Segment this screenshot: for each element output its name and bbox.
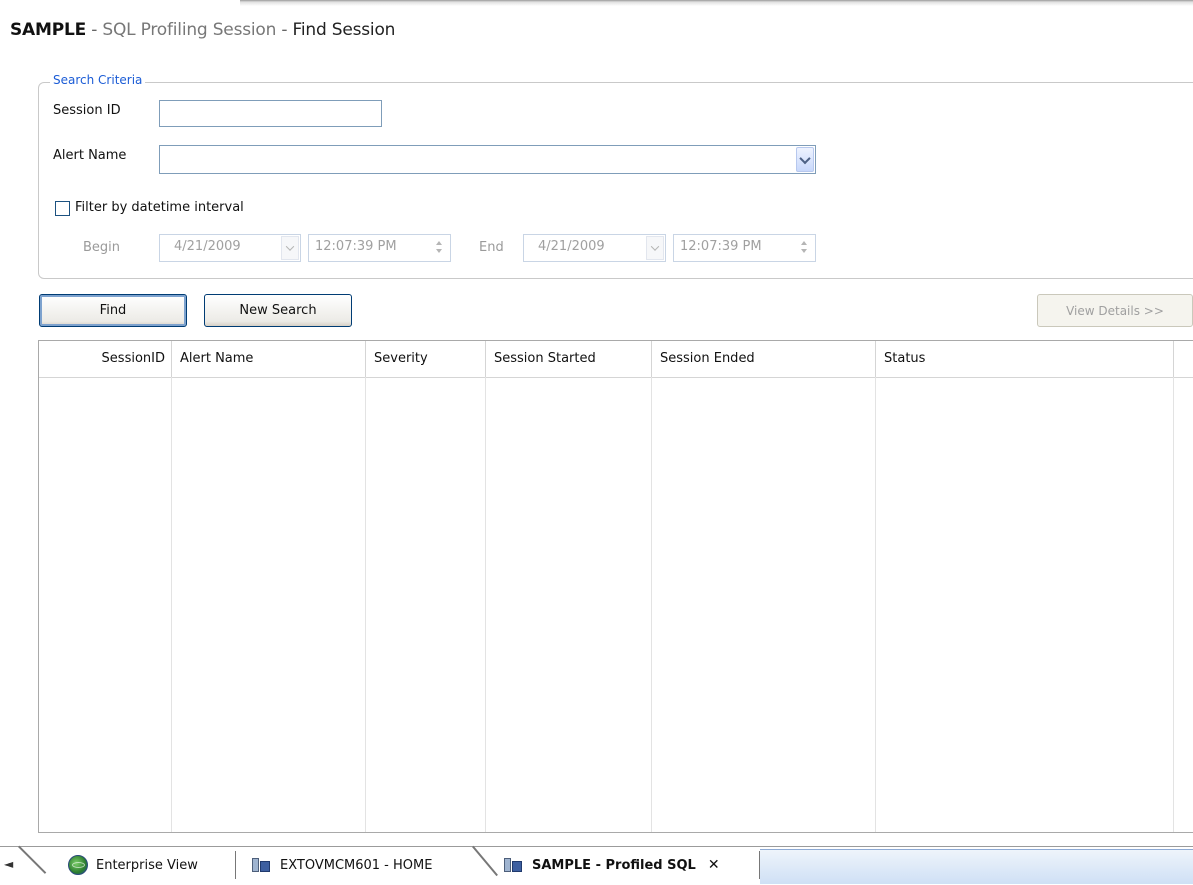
tab-label: Enterprise View — [96, 857, 198, 873]
column-header-sessionid[interactable]: SessionID — [39, 341, 172, 377]
grid-header: SessionID Alert Name Severity Session St… — [39, 341, 1193, 378]
tab-sample-profiled-sql[interactable]: SAMPLE - Profiled SQL ✕ — [500, 847, 758, 883]
column-header-alert-name[interactable]: Alert Name — [172, 341, 366, 377]
column-header-session-ended[interactable]: Session Ended — [652, 341, 876, 377]
alert-name-dropdown-button[interactable] — [796, 147, 814, 172]
sessions-grid[interactable]: SessionID Alert Name Severity Session St… — [38, 340, 1193, 833]
begin-date-value: 4/21/2009 — [174, 239, 241, 254]
end-date-value: 4/21/2009 — [538, 239, 605, 254]
column-divider — [485, 377, 486, 832]
tab-extovmcm601-home[interactable]: EXTOVMCM601 - HOME — [252, 847, 482, 883]
begin-time-value: 12:07:39 PM — [315, 239, 397, 254]
begin-date-dropdown-button[interactable] — [281, 236, 299, 260]
page-title: SAMPLE - SQL Profiling Session - Find Se… — [10, 20, 395, 40]
document-tab-strip: ◄ Enterprise View EXTOVMCM601 - HOME SAM… — [0, 845, 1193, 885]
end-date-picker[interactable]: 4/21/2009 — [523, 234, 666, 262]
tab-edge — [18, 845, 47, 874]
tab-separator — [235, 851, 236, 879]
tab-strip-background — [760, 849, 1193, 884]
server-icon — [504, 856, 522, 874]
title-separator: - — [86, 20, 103, 40]
begin-label: Begin — [83, 240, 121, 255]
alert-name-label: Alert Name — [53, 148, 127, 163]
chevron-down-icon — [650, 242, 660, 251]
find-button[interactable]: Find — [39, 294, 187, 327]
new-search-button[interactable]: New Search — [204, 294, 352, 327]
session-id-input[interactable] — [159, 100, 382, 127]
tab-label: EXTOVMCM601 - HOME — [280, 857, 433, 873]
end-label: End — [479, 240, 504, 255]
column-divider — [875, 377, 876, 832]
column-header-status[interactable]: Status — [876, 341, 1174, 377]
begin-time-spinner[interactable]: 12:07:39 PM — [308, 234, 451, 262]
column-divider — [365, 377, 366, 832]
title-instance: SAMPLE — [10, 20, 87, 40]
spinner-arrows-icon[interactable] — [434, 240, 444, 256]
end-time-spinner[interactable]: 12:07:39 PM — [673, 234, 816, 262]
column-divider — [171, 377, 172, 832]
column-divider — [1173, 377, 1174, 832]
search-criteria-legend: Search Criteria — [50, 73, 146, 87]
end-time-value: 12:07:39 PM — [680, 239, 762, 254]
server-icon — [252, 856, 270, 874]
session-id-label: Session ID — [53, 103, 121, 118]
column-divider — [651, 377, 652, 832]
title-view: Find Session — [292, 20, 396, 40]
view-details-button[interactable]: View Details >> — [1037, 294, 1193, 327]
tab-separator — [759, 851, 760, 879]
column-header-session-started[interactable]: Session Started — [486, 341, 652, 377]
alert-name-dropdown[interactable] — [159, 145, 816, 174]
spinner-arrows-icon[interactable] — [799, 240, 809, 256]
title-separator: - — [276, 20, 293, 40]
end-date-dropdown-button[interactable] — [646, 236, 664, 260]
close-icon[interactable]: ✕ — [708, 857, 720, 873]
tab-scroll-left-button[interactable]: ◄ — [4, 857, 13, 871]
filter-datetime-checkbox[interactable] — [55, 201, 70, 216]
tab-label: SAMPLE - Profiled SQL — [532, 857, 696, 873]
chevron-down-icon — [799, 152, 811, 164]
column-header-severity[interactable]: Severity — [366, 341, 486, 377]
top-border — [0, 0, 1193, 6]
filter-datetime-label[interactable]: Filter by datetime interval — [75, 200, 244, 215]
tab-enterprise-view[interactable]: Enterprise View — [68, 847, 234, 883]
chevron-down-icon — [285, 242, 295, 251]
title-section: SQL Profiling Session — [102, 20, 277, 40]
begin-date-picker[interactable]: 4/21/2009 — [159, 234, 301, 262]
globe-icon — [68, 855, 88, 875]
